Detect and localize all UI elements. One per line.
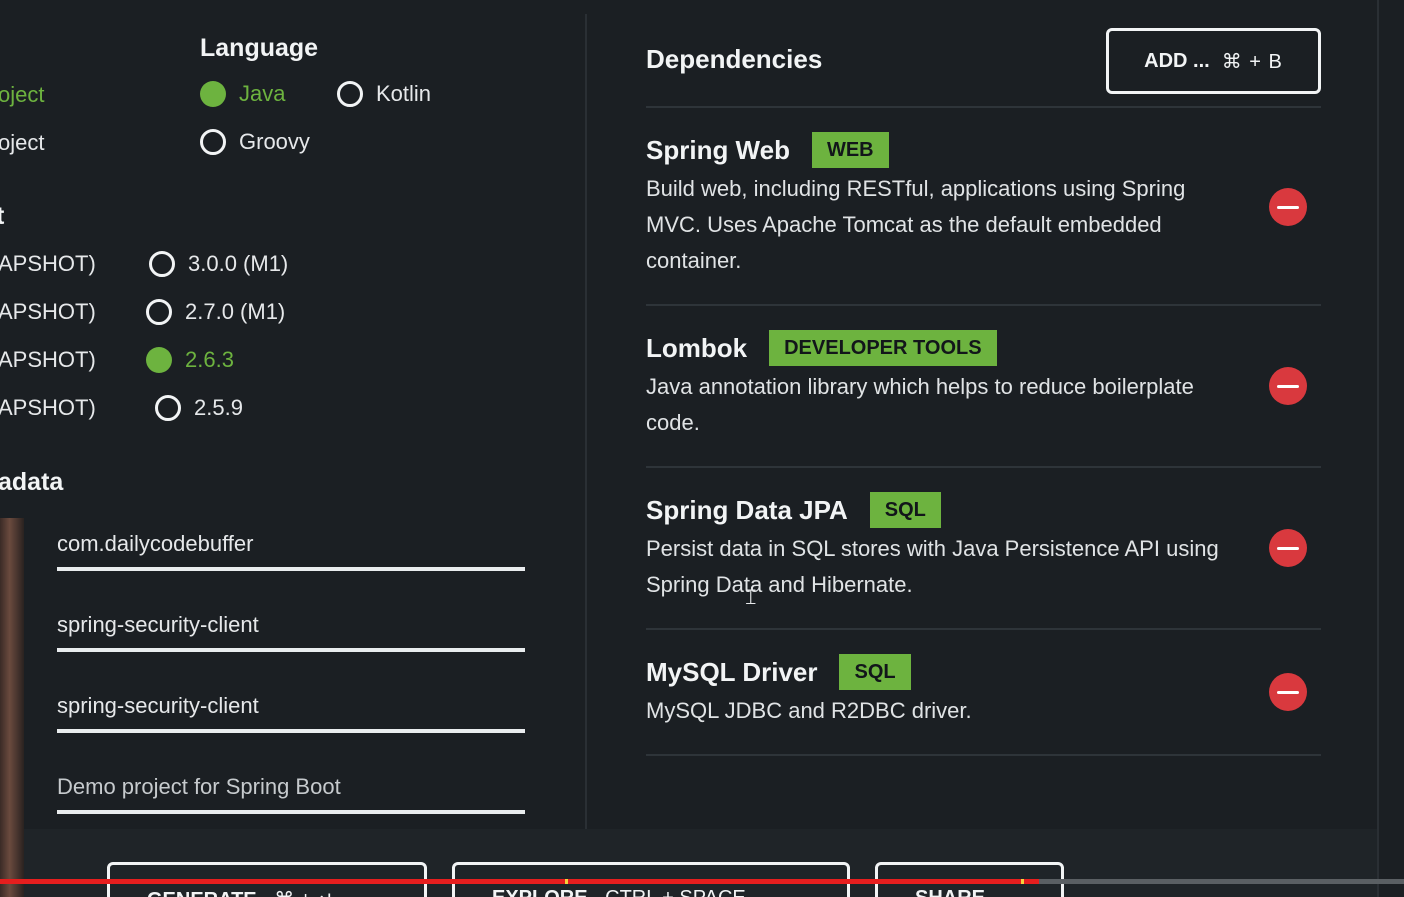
divider [646,106,1321,108]
text-cursor-icon: 𝙸 [743,584,759,609]
dependency-spring-web: Spring Web WEB Build web, including REST… [646,131,1321,279]
language-heading: Language [200,34,319,62]
language-label: Kotlin [376,81,432,106]
dependency-badge: WEB [811,132,889,168]
language-label: Groovy [239,129,310,154]
dependency-name: Spring Data JPA [646,494,848,525]
dependency-description: Persist data in SQL stores with Java Per… [646,536,1219,597]
version-label: 2.5.9 [194,395,243,420]
generate-label: GENERATE [147,889,257,897]
radio-icon[interactable] [146,299,172,325]
remove-dependency-icon[interactable] [1269,673,1307,711]
add-button-shortcut: ⌘ + B [1221,50,1283,73]
snapshot-version-label[interactable]: APSHOT) [0,299,96,325]
language-label: Java [239,81,286,106]
group-value: com.dailycodebuffer [57,531,254,556]
snapshot-version-label[interactable]: APSHOT) [0,347,96,373]
snapshot-version-label[interactable]: APSHOT) [0,395,96,421]
dependencies-title: Dependencies [646,44,823,74]
dependency-name: Lombok [646,332,748,363]
dependency-name: MySQL Driver [646,656,818,687]
snapshot-version-label[interactable]: APSHOT) [0,251,96,277]
description-field[interactable]: Demo project for Spring Boot [57,764,525,814]
dependency-lombok: Lombok DEVELOPER TOOLS Java annotation l… [646,329,1321,441]
metadata-heading: adata [0,468,64,496]
remove-dependency-icon[interactable] [1269,529,1307,567]
dependency-description: MySQL JDBC and R2DBC driver. [646,698,972,723]
remove-dependency-icon[interactable] [1269,367,1307,405]
radio-selected-icon[interactable] [200,81,226,107]
project-option-gradle[interactable]: oject [0,130,44,156]
chapter-marker [565,879,568,884]
boot-version-option[interactable]: 3.0.0 (M1) [149,251,288,277]
right-edge-divider [1377,0,1379,897]
generate-shortcut: ⌘ + ↵ [274,889,334,897]
video-progress-bar[interactable] [0,879,1404,884]
project-option-maven[interactable]: oject [0,82,44,108]
video-progress-fill [0,879,1039,884]
language-option-java[interactable]: Java [200,81,285,107]
version-label: 3.0.0 (M1) [188,251,289,276]
dependency-mysql-driver: MySQL Driver SQL MySQL JDBC and R2DBC dr… [646,653,1321,729]
group-field[interactable]: com.dailycodebuffer [57,521,525,571]
radio-icon[interactable] [155,395,181,421]
radio-icon[interactable] [337,81,363,107]
explore-label: EXPLORE [492,887,588,897]
column-divider [585,14,587,829]
spring-initializr-page: oject oject Language Java Kotlin Groovy … [0,0,1404,897]
chapter-marker [1021,879,1024,884]
add-button-label: ADD ... [1144,49,1210,72]
share-label: SHARE... [915,887,1002,897]
boot-version-option[interactable]: 2.7.0 (M1) [146,299,285,325]
spring-boot-heading: t [0,202,5,230]
explore-shortcut: CTRL + SPACE [605,887,746,897]
radio-icon[interactable] [200,129,226,155]
dependency-badge: SQL [869,492,941,528]
boot-version-option-selected[interactable]: 2.6.3 [146,347,234,373]
dependency-badge: DEVELOPER TOOLS [769,330,997,366]
divider [646,304,1321,306]
description-value: Demo project for Spring Boot [57,774,341,799]
name-value: spring-security-client [57,693,259,718]
boot-version-option[interactable]: 2.5.9 [155,395,243,421]
name-field[interactable]: spring-security-client [57,683,525,733]
radio-icon[interactable] [149,251,175,277]
version-label: 2.6.3 [185,347,234,372]
add-dependencies-button[interactable]: ADD ... ⌘ + B [1106,28,1321,94]
dependency-description: Build web, including RESTful, applicatio… [646,176,1186,273]
dependency-name: Spring Web [646,134,790,165]
artifact-field[interactable]: spring-security-client [57,602,525,652]
language-option-kotlin[interactable]: Kotlin [337,81,431,107]
radio-selected-icon[interactable] [146,347,172,373]
language-option-groovy[interactable]: Groovy [200,129,310,155]
divider [646,754,1321,756]
webcam-thumbnail-edge [0,518,24,897]
divider [646,628,1321,630]
divider [646,466,1321,468]
dependency-badge: SQL [839,654,911,690]
dependency-description: Java annotation library which helps to r… [646,374,1194,435]
version-label: 2.7.0 (M1) [185,299,286,324]
remove-dependency-icon[interactable] [1269,188,1307,226]
artifact-value: spring-security-client [57,612,259,637]
